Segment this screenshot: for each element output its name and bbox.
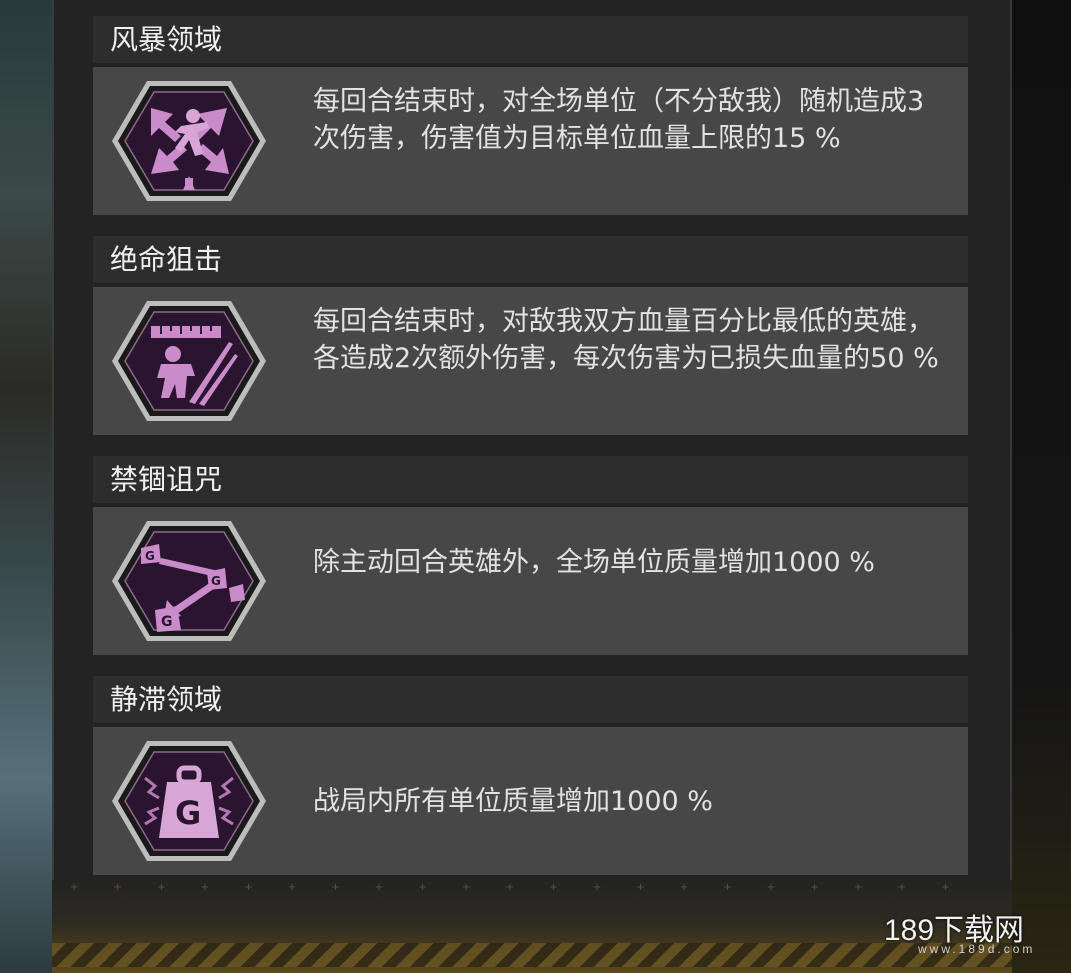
svg-text:G: G <box>211 574 221 588</box>
ability-storm-field: 风暴领域 每回合结束时，对全场单位（不分敌我）随机造成3次伤害，伤害值为目标单位… <box>93 16 968 215</box>
ability-card[interactable]: 每回合结束时，对敌我双方血量百分比最低的英雄，各造成2次额外伤害，每次伤害为已损… <box>93 287 968 435</box>
decorative-plus-row: + + + + + + + + + + + + + + + + + + + + … <box>70 882 970 893</box>
weight-arrows-icon: G G G <box>111 518 267 644</box>
decorative-stripes <box>52 943 1012 967</box>
ability-title: 禁锢诅咒 <box>93 456 968 503</box>
ability-title: 绝命狙击 <box>93 236 968 283</box>
background-right-edge <box>1012 0 1071 973</box>
ability-description: 除主动回合英雄外，全场单位质量增加1000 % <box>313 547 875 578</box>
ability-fatal-snipe: 绝命狙击 每回合结束时，对敌我双方血量百分比最低的英雄，各造成2次额外伤害，每次… <box>93 236 968 435</box>
background-left-scene <box>0 0 52 973</box>
ability-description: 每回合结束时，对全场单位（不分敌我）随机造成3次伤害，伤害值为目标单位血量上限的… <box>313 86 925 154</box>
ability-title: 静滞领域 <box>93 676 968 723</box>
watermark-url: www.189d.com <box>918 942 1036 956</box>
svg-text:G: G <box>175 794 201 832</box>
ability-card[interactable]: G 战局内所有单位质量增加1000 % <box>93 727 968 875</box>
ability-card[interactable]: 每回合结束时，对全场单位（不分敌我）随机造成3次伤害，伤害值为目标单位血量上限的… <box>93 67 968 215</box>
ability-stasis-field: 静滞领域 G 战局内所有单位质量增加1000 % <box>93 676 968 875</box>
ability-description: 每回合结束时，对敌我双方血量百分比最低的英雄，各造成2次额外伤害，每次伤害为已损… <box>313 306 939 374</box>
svg-text:G: G <box>145 549 155 563</box>
ability-description: 战局内所有单位质量增加1000 % <box>313 785 713 817</box>
weight-lightning-icon: G <box>111 738 267 864</box>
storm-burst-icon <box>111 78 267 204</box>
ability-binding-curse: 禁锢诅咒 G G G 除主动回合英雄外，全场单位质量增加1000 % <box>93 456 968 655</box>
sniper-slash-icon <box>111 298 267 424</box>
svg-text:G: G <box>161 614 173 630</box>
ability-title: 风暴领域 <box>93 16 968 63</box>
ability-card[interactable]: G G G 除主动回合英雄外，全场单位质量增加1000 % <box>93 507 968 655</box>
